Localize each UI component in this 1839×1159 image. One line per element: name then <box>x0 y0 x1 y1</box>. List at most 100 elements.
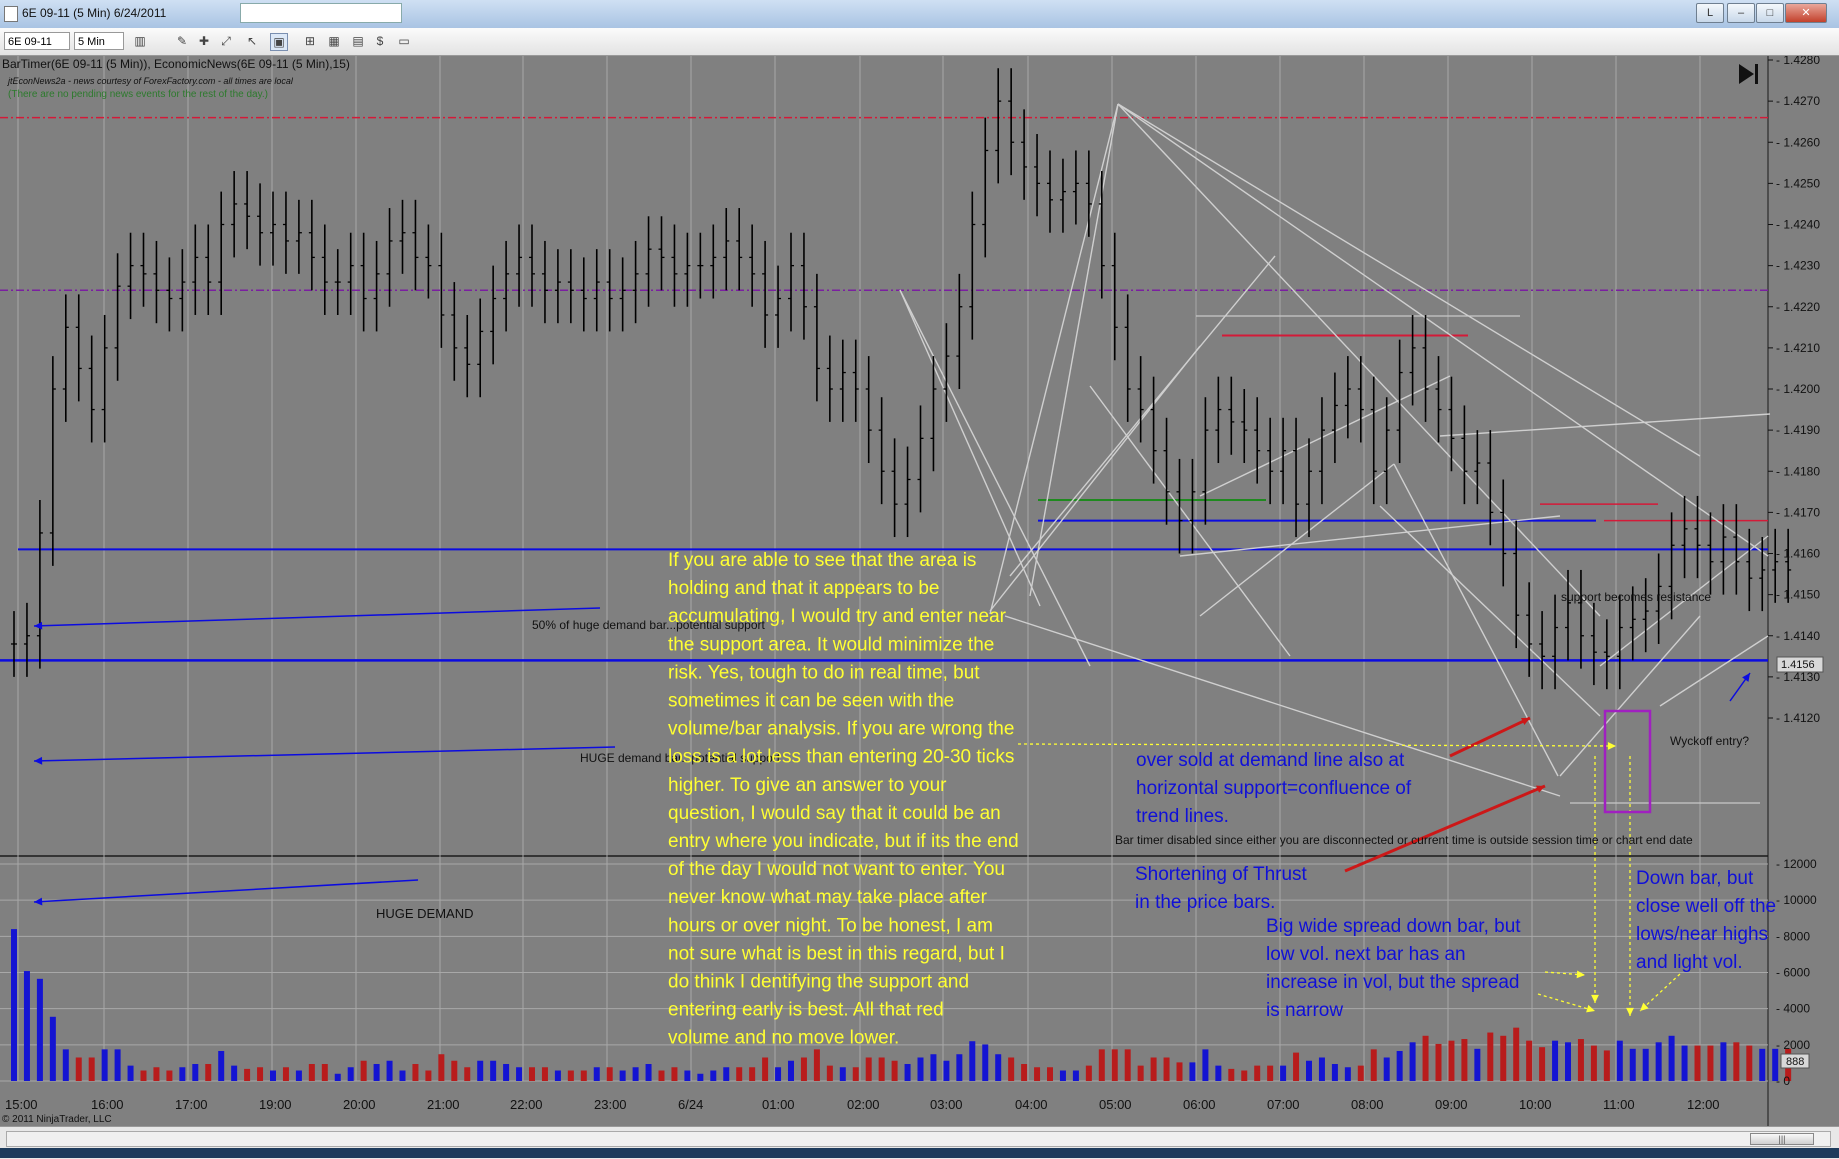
draw-pencil-icon[interactable]: ✎ <box>174 33 190 49</box>
time-tick-label: 23:00 <box>594 1097 627 1112</box>
volume-bar <box>140 1070 147 1081</box>
current-price: 1.4156 <box>1781 659 1815 671</box>
minimize-button[interactable]: – <box>1727 3 1755 23</box>
volume-bar <box>1228 1068 1235 1081</box>
volume-bar <box>11 929 17 1081</box>
volume-bar <box>541 1067 548 1081</box>
zoom-icon[interactable]: ⤢ <box>218 33 234 49</box>
maximize-button[interactable]: □ <box>1756 3 1784 23</box>
scroll-thumb[interactable]: ||| <box>1750 1133 1814 1145</box>
volume-bar <box>1344 1067 1351 1081</box>
volume-bar <box>308 1064 315 1081</box>
price-chart[interactable]: 15:00 16:00 17:00 19:00 20:00 21:00 22:00 23:00… <box>0 53 1839 1126</box>
image-icon[interactable]: ▤ <box>350 33 366 49</box>
sheet-icon[interactable]: ▭ <box>396 33 412 49</box>
commentary-line: low vol. next bar has an <box>1266 944 1466 965</box>
bartimer-message: Bar timer disabled since either you are … <box>1115 833 1693 847</box>
volume-bar <box>360 1060 367 1081</box>
price-tick-label: - 1.4240 <box>1776 218 1820 232</box>
volume-bar <box>477 1060 484 1081</box>
title-search-input[interactable] <box>240 3 402 23</box>
volume-bar <box>671 1067 678 1081</box>
crosshair-icon[interactable]: ✚ <box>196 33 212 49</box>
commentary-line: close well off the <box>1636 896 1776 917</box>
volume-bar <box>1280 1065 1287 1081</box>
interval-select[interactable]: 5 Min <box>74 32 124 50</box>
horizontal-scrollbar[interactable]: ||| <box>6 1131 1831 1147</box>
huge-demand-volume-label: HUGE DEMAND <box>376 906 474 921</box>
dollar-icon[interactable]: $ <box>372 33 388 49</box>
volume-bar <box>1487 1032 1494 1081</box>
commentary-line: do think I dentifying the support and <box>668 972 969 993</box>
commentary-line: risk. Yes, tough to do in real time, but <box>668 662 980 683</box>
price-tick-label: - 1.4190 <box>1776 423 1820 437</box>
data-box-icon[interactable]: ↖ <box>244 33 260 49</box>
volume-bar <box>567 1070 574 1081</box>
volume-bar <box>1577 1039 1584 1081</box>
volume-bar <box>1306 1060 1312 1081</box>
volume-bar <box>347 1067 354 1081</box>
volume-bar <box>1396 1050 1403 1081</box>
indicators-icon[interactable]: ▣ <box>270 33 288 51</box>
volume-bar <box>36 978 43 1081</box>
time-tick-label: 17:00 <box>175 1097 208 1112</box>
close-button[interactable]: ✕ <box>1785 3 1827 23</box>
commentary-line: never know what may take place after <box>668 887 988 908</box>
volume-bar <box>1189 1062 1196 1081</box>
volume-bar <box>749 1067 756 1081</box>
commentary-line: holding and that it appears to be <box>668 578 939 599</box>
volume-bar <box>270 1070 276 1081</box>
bar-style-icon[interactable]: ▥ <box>132 33 148 49</box>
volume-bar <box>1047 1067 1053 1081</box>
price-tick-label: - 1.4140 <box>1776 629 1820 643</box>
commentary-line: entering early is best. All that red <box>668 1000 944 1021</box>
link-button[interactable]: L <box>1696 3 1724 23</box>
taskbar <box>0 1148 1839 1158</box>
time-tick-label: 10:00 <box>1519 1097 1552 1112</box>
volume-bar <box>516 1067 523 1081</box>
copyright: © 2011 NinjaTrader, LLC <box>2 1114 112 1125</box>
time-tick-label: 05:00 <box>1099 1097 1132 1112</box>
volume-bar <box>1474 1048 1481 1081</box>
time-tick-label: 21:00 <box>427 1097 460 1112</box>
volume-bar <box>1655 1042 1662 1081</box>
volume-tick-label: - 4000 <box>1776 1002 1810 1016</box>
strategy-icon[interactable]: ⊞ <box>302 33 318 49</box>
time-tick-label: 04:00 <box>1015 1097 1048 1112</box>
time-tick-label: 09:00 <box>1435 1097 1468 1112</box>
volume-bar <box>399 1070 406 1081</box>
volume-bar <box>1409 1042 1416 1081</box>
volume-bar <box>852 1067 859 1081</box>
commentary-line: question, I would say that it could be a… <box>668 803 1001 824</box>
volume-bar <box>244 1068 251 1081</box>
volume-bar <box>503 1064 510 1081</box>
volume-bar <box>1008 1057 1015 1081</box>
chart-area[interactable]: 15:00 16:00 17:00 19:00 20:00 21:00 22:00 23:00… <box>0 53 1839 1126</box>
commentary-line: If you are able to see that the area is <box>668 550 976 571</box>
volume-bar <box>1111 1049 1118 1081</box>
volume-bar <box>593 1067 600 1081</box>
volume-bar <box>1681 1045 1688 1081</box>
volume-bar <box>982 1044 989 1081</box>
volume-bar <box>1616 1040 1623 1081</box>
time-tick-label: 08:00 <box>1351 1097 1384 1112</box>
volume-bar <box>762 1057 769 1081</box>
volume-bar <box>969 1041 976 1081</box>
instrument-select[interactable]: 6E 09-11 <box>4 32 70 50</box>
volume-bar <box>114 1049 121 1081</box>
time-tick-label: 12:00 <box>1687 1097 1720 1112</box>
volume-bar <box>645 1064 652 1081</box>
volume-bar <box>75 1057 82 1081</box>
volume-tick-label: - 10000 <box>1776 893 1817 907</box>
volume-bar <box>1500 1035 1507 1081</box>
price-tick-label: - 1.4220 <box>1776 300 1820 314</box>
volume-bar <box>464 1067 471 1081</box>
time-tick-label: 06:00 <box>1183 1097 1216 1112</box>
volume-bar <box>619 1070 626 1081</box>
volume-bar <box>1552 1040 1559 1081</box>
volume-bar <box>839 1067 846 1081</box>
window-title-bar: 6E 09-11 (5 Min) 6/24/2011 L – □ ✕ <box>0 0 1839 29</box>
properties-icon[interactable]: ▦ <box>326 33 342 49</box>
commentary-line: increase in vol, but the spread <box>1266 972 1520 993</box>
time-tick-label: 02:00 <box>847 1097 880 1112</box>
